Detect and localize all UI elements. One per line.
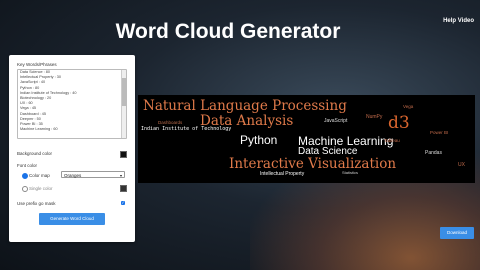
word-line: Machine Learning : 60	[20, 127, 58, 132]
textarea-scrollbar[interactable]	[121, 70, 126, 138]
page-title: Word Cloud Generator	[115, 20, 341, 43]
single-color-radio[interactable]	[22, 186, 28, 192]
help-video-link[interactable]: Help Video	[443, 18, 474, 24]
color-map-value: Oranges	[64, 173, 82, 178]
cloud-word: Dashboards	[158, 120, 183, 125]
download-button[interactable]: Download	[440, 227, 474, 239]
use-prefix-label: Use prefix go mask	[17, 201, 56, 206]
words-textarea[interactable]: Data Science : 80 Intellectual Property …	[17, 69, 127, 139]
cloud-word: Pandas	[425, 150, 442, 156]
color-map-select[interactable]: Oranges ▾	[61, 171, 125, 178]
cloud-word: Natural Language Processing	[143, 98, 347, 114]
words-label: Key Words/Phrases	[17, 62, 57, 67]
cloud-word: d3	[388, 113, 410, 133]
cloud-word: JavaScript	[324, 118, 348, 124]
cloud-word: Statistics	[342, 170, 359, 175]
chevron-down-icon: ▾	[119, 173, 122, 178]
color-map-label: Color map	[29, 173, 50, 178]
cloud-word: Power BI	[430, 130, 449, 135]
single-color-swatch[interactable]	[120, 185, 127, 192]
cloud-word: Interactive Visualization	[229, 156, 397, 172]
word-cloud-image: Natural Language Processing Data Analysi…	[138, 95, 475, 183]
single-color-label: Single color	[29, 186, 53, 191]
font-color-label: Font color	[17, 163, 38, 168]
cloud-word: Intellectual Property	[260, 171, 305, 177]
color-map-radio[interactable]	[22, 173, 28, 179]
bg-color-label: Background color	[17, 151, 53, 156]
bg-color-swatch[interactable]	[120, 151, 127, 158]
cloud-word: UX	[458, 162, 465, 168]
cloud-word: Indian Institute of Technology	[141, 126, 232, 132]
settings-panel: Key Words/Phrases Data Science : 80 Inte…	[9, 55, 135, 242]
scrollbar-thumb[interactable]	[122, 78, 126, 106]
cloud-word: Python	[240, 133, 278, 147]
cloud-word: Vega	[403, 104, 414, 109]
use-prefix-checkbox[interactable]: ✓	[121, 201, 125, 205]
cloud-word: Tableau	[384, 138, 400, 143]
cloud-word: NumPy	[366, 114, 383, 120]
generate-button[interactable]: Generate Word Cloud	[39, 213, 105, 225]
